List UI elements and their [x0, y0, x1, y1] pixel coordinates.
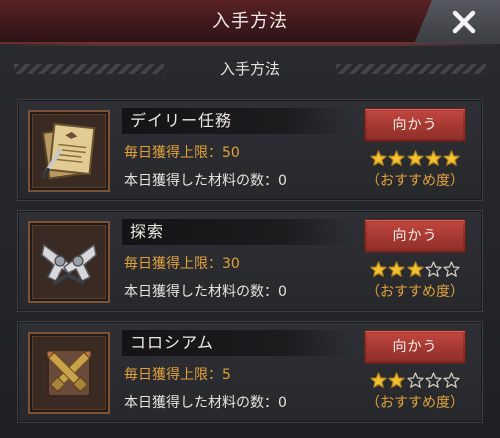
close-icon — [452, 10, 476, 34]
source-card-daily-mission: デイリー任務 毎日獲得上限：50 本日獲得した材料の数：0 向かう （おすすめ度… — [17, 99, 483, 201]
source-icon-frame — [28, 221, 110, 303]
go-button[interactable]: 向かう — [364, 108, 466, 142]
star-filled-icon — [388, 261, 405, 277]
title-bar: 入手方法 — [0, 0, 500, 46]
star-empty-icon — [425, 372, 442, 388]
source-name-bar: コロシアム — [122, 330, 352, 356]
star-empty-icon — [443, 372, 460, 388]
source-name: デイリー任務 — [130, 111, 233, 130]
daily-limit-text: 毎日獲得上限：5 — [124, 367, 231, 383]
crossed-pistols-icon — [41, 243, 97, 285]
go-button[interactable]: 向かう — [364, 219, 466, 253]
crossed-bullets-icon — [46, 349, 92, 397]
acquisition-dialog: 入手方法 入手方法 デイリー任務 毎日獲得上限：50 本日獲得した材料の数：0 … — [0, 0, 500, 438]
source-card-explore: 探索 毎日獲得上限：30 本日獲得した材料の数：0 向かう （おすすめ度） — [17, 210, 483, 312]
source-icon-frame — [28, 110, 110, 192]
star-empty-icon — [406, 372, 424, 388]
star-filled-icon — [388, 372, 405, 388]
recommend-label: （おすすめ度） — [366, 173, 464, 189]
star-empty-icon — [443, 261, 460, 277]
owned-today-text: 本日獲得した材料の数：0 — [124, 284, 287, 300]
section-title: 入手方法 — [219, 60, 280, 78]
recommend-stars — [370, 372, 460, 390]
section-header: 入手方法 — [0, 52, 500, 86]
daily-limit-text: 毎日獲得上限：30 — [124, 256, 240, 272]
recommend-stars — [370, 150, 460, 168]
star-filled-icon — [406, 150, 424, 166]
recommend-stars — [370, 261, 460, 279]
star-filled-icon — [425, 150, 442, 166]
star-filled-icon — [388, 150, 405, 166]
source-card-colosseum: コロシアム 毎日獲得上限：5 本日獲得した材料の数：0 向かう （おすすめ度） — [17, 321, 483, 423]
source-name-bar: 探索 — [122, 219, 352, 245]
source-icon-frame — [28, 332, 110, 414]
recommend-label: （おすすめ度） — [366, 395, 464, 411]
owned-today-text: 本日獲得した材料の数：0 — [124, 395, 287, 411]
go-button[interactable]: 向かう — [364, 330, 466, 364]
recommend-label: （おすすめ度） — [366, 284, 464, 300]
source-name: 探索 — [130, 222, 165, 241]
daily-limit-text: 毎日獲得上限：50 — [124, 145, 240, 161]
star-empty-icon — [425, 261, 442, 277]
star-filled-icon — [370, 261, 387, 277]
source-name-bar: デイリー任務 — [122, 108, 352, 134]
source-name: コロシアム — [130, 333, 214, 352]
mission-document-icon — [41, 122, 96, 180]
star-filled-icon — [370, 372, 387, 388]
star-filled-icon — [443, 150, 460, 166]
star-filled-icon — [370, 150, 387, 166]
owned-today-text: 本日獲得した材料の数：0 — [124, 173, 287, 189]
star-filled-icon — [406, 261, 424, 277]
